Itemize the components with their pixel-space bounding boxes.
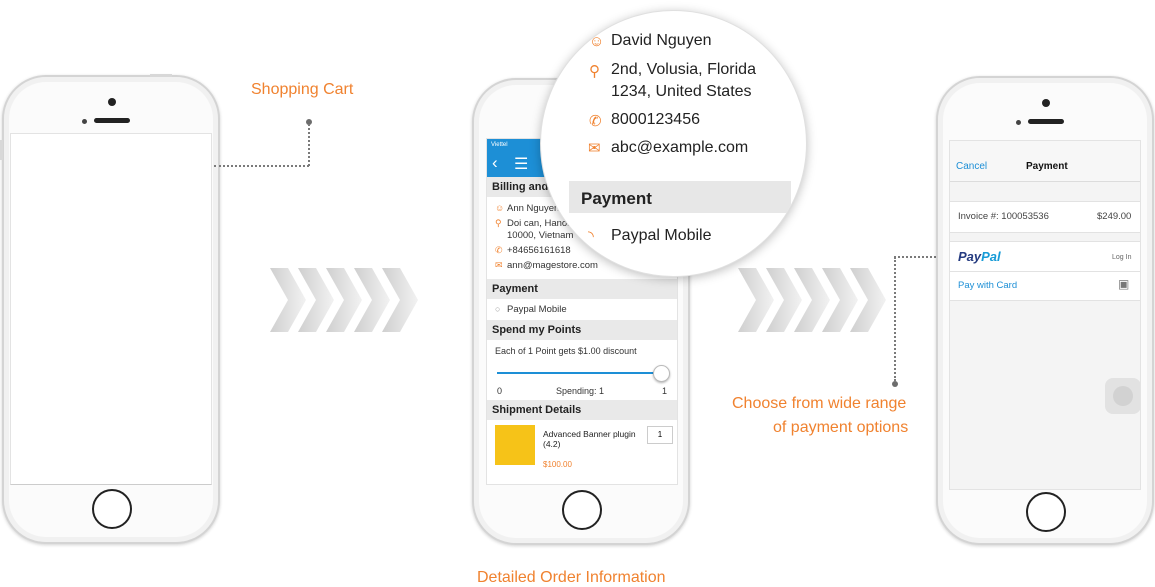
- slider-max-label: 1: [662, 386, 668, 396]
- zoom-phone: 8000123456: [611, 111, 700, 128]
- slider-min-label: 0: [497, 386, 503, 396]
- paypal-login-row[interactable]: PayPal Log In: [950, 241, 1140, 273]
- chevron-arrows-icon: [738, 268, 886, 332]
- chevron-arrows-icon: [270, 268, 418, 332]
- shipment-section-title: Shipment Details: [487, 400, 677, 420]
- product-price: $100.00: [543, 460, 572, 469]
- paypal-logo-pay: Pay: [958, 249, 982, 264]
- phone-sensor: [1016, 120, 1021, 125]
- zoom-address-line2: 1234, United States: [611, 83, 752, 100]
- power-button: [150, 74, 172, 77]
- billing-name: Ann Nguyen: [507, 203, 560, 214]
- cart-screen: [10, 133, 212, 485]
- user-icon: ☺: [495, 203, 505, 213]
- points-slider-track[interactable]: [497, 372, 661, 374]
- payment-title: Payment: [1026, 161, 1068, 172]
- invoice-amount: $249.00: [1097, 211, 1132, 222]
- slider-value-label: Spending: 1: [556, 386, 605, 396]
- points-description: Each of 1 Point gets $1.00 discount: [495, 346, 637, 356]
- mail-icon: ✉: [495, 260, 503, 270]
- zoom-name: David Nguyen: [611, 32, 712, 49]
- payment-options-caption-line2: of payment options: [773, 419, 909, 436]
- billing-phone: +84656161618: [507, 245, 571, 256]
- shopping-cart-caption: Shopping Cart: [251, 81, 354, 98]
- zoom-email: abc@example.com: [611, 139, 749, 156]
- phone-speaker: [94, 118, 130, 123]
- billing-address-line1: Doi can, Hanoi: [507, 218, 570, 229]
- zoom-payment-title: Payment: [581, 189, 652, 208]
- billing-email: ann@magestore.com: [507, 260, 598, 271]
- shipment-item: Advanced Banner plugin (4.2) 1 $100.00: [487, 420, 677, 470]
- phone-icon: ✆: [589, 113, 602, 130]
- home-button[interactable]: [1026, 492, 1066, 532]
- connector-line: [894, 257, 896, 381]
- payment-section-title: Payment: [487, 279, 677, 299]
- payment-options-caption-line1: Choose from wide range: [732, 395, 907, 412]
- product-name: Advanced Banner plugin (4.2): [543, 429, 636, 449]
- points-section-title: Spend my Points: [487, 320, 677, 340]
- invoice-label: Invoice #: 100053536: [958, 211, 1049, 222]
- paypal-logo: PayPal: [958, 249, 1001, 264]
- payment-option-row[interactable]: ○ Paypal Mobile: [487, 299, 677, 320]
- pay-with-card-row[interactable]: Pay with Card ▣: [950, 271, 1140, 301]
- carrier-label: Viettel: [491, 142, 508, 148]
- connector-line: [308, 124, 310, 166]
- product-qty: 1: [657, 430, 663, 439]
- connector-dot: [892, 381, 898, 387]
- phone-speaker: [1028, 119, 1064, 124]
- billing-address-line2: 10000, Vietnam: [507, 230, 574, 241]
- assistive-touch-inner: [1113, 386, 1133, 406]
- invoice-row: Invoice #: 100053536 $249.00: [950, 201, 1140, 233]
- zoom-payment-option: Paypal Mobile: [611, 227, 712, 244]
- menu-icon[interactable]: ☰: [514, 154, 528, 174]
- payment-option-label: Paypal Mobile: [507, 304, 567, 315]
- home-button[interactable]: [92, 489, 132, 529]
- paypal-screen: Cancel Payment Invoice #: 100053536 $249…: [949, 140, 1141, 490]
- connector-line: [214, 165, 309, 167]
- login-link[interactable]: Log In: [1112, 254, 1131, 261]
- product-qty-input[interactable]: 1: [647, 426, 673, 444]
- cancel-button[interactable]: Cancel: [956, 161, 987, 172]
- location-pin-icon: ⚲: [589, 63, 600, 80]
- radio-icon: ◝: [588, 228, 594, 245]
- points-slider-area: 0 Spending: 1 1: [487, 362, 677, 400]
- phone-sensor: [82, 119, 87, 124]
- points-slider-thumb[interactable]: [653, 365, 670, 382]
- paypal-logo-pal: Pal: [981, 249, 1001, 264]
- volume-button: [0, 140, 3, 160]
- mail-icon: ✉: [588, 140, 601, 157]
- product-thumbnail: [495, 425, 535, 465]
- magnifier-zoom: ☺ David Nguyen ⚲ 2nd, Volusia, Florida 1…: [540, 10, 807, 277]
- radio-icon[interactable]: ○: [495, 304, 507, 314]
- location-pin-icon: ⚲: [495, 218, 502, 228]
- camera-icon[interactable]: ▣: [1118, 277, 1129, 291]
- phone-icon: ✆: [495, 245, 503, 255]
- assistive-touch-icon[interactable]: [1105, 378, 1140, 414]
- phone-camera: [1042, 99, 1050, 107]
- pay-with-card-label[interactable]: Pay with Card: [958, 280, 1017, 291]
- detailed-order-caption: Detailed Order Information: [477, 569, 666, 586]
- back-arrow-icon[interactable]: ‹: [492, 153, 498, 173]
- zoom-address-line1: 2nd, Volusia, Florida: [611, 61, 756, 78]
- phone-shopping-cart: [2, 75, 220, 544]
- phone-payment: Cancel Payment Invoice #: 100053536 $249…: [936, 76, 1154, 545]
- phone-camera: [108, 98, 116, 106]
- user-icon: ☺: [589, 33, 605, 50]
- home-button[interactable]: [562, 490, 602, 530]
- paypal-header: Cancel Payment: [950, 141, 1140, 182]
